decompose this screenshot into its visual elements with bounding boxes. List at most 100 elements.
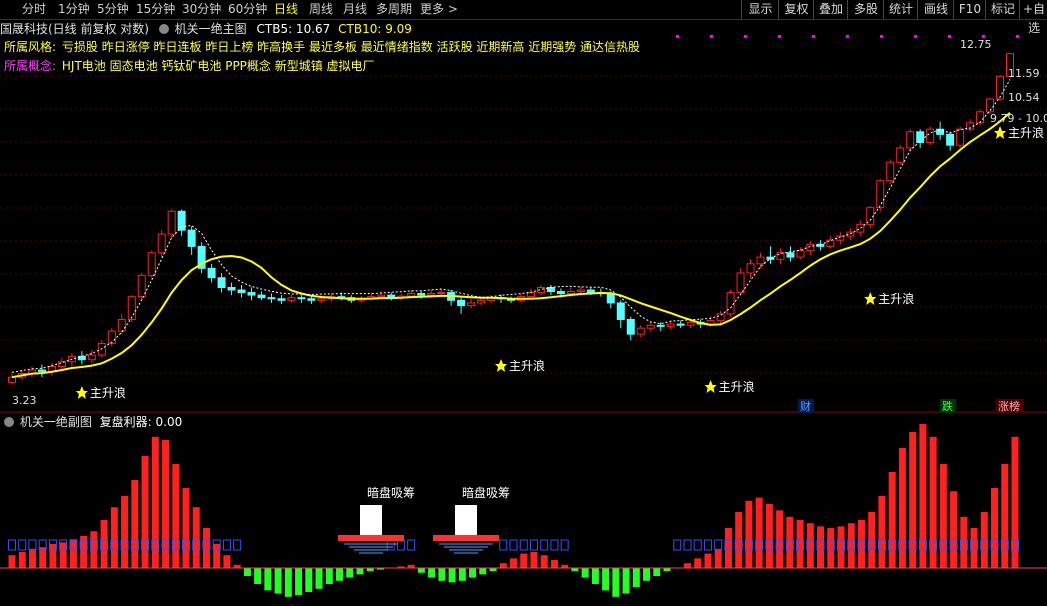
sub-bar-up (704, 553, 712, 568)
sub-indicator-name[interactable]: 机关一绝副图 (20, 415, 92, 429)
sub-bar-up (172, 464, 180, 568)
sub-bar-up (510, 558, 517, 568)
sub-bar-up (868, 512, 876, 568)
candle-body (546, 287, 555, 293)
toolbar-button-3[interactable]: 多股 (847, 0, 884, 19)
sub-bar-down (653, 568, 661, 576)
sub-bar-frame (560, 539, 569, 551)
candle-body (87, 354, 96, 361)
sub-bar-up (407, 564, 415, 568)
candle-body (566, 291, 575, 295)
sub-bar-frame (693, 539, 702, 551)
sub-bar-frame (181, 539, 190, 551)
period-tab-0[interactable]: 分时 (22, 1, 46, 18)
concept-line: 所属概念: HJT电池 固态电池 钙钛矿电池 PPP概念 新型城镇 虚拟电厂 (4, 58, 375, 74)
candle-body (906, 131, 915, 149)
candle-body (457, 299, 466, 307)
period-tab-10[interactable]: 更多 > (420, 1, 458, 18)
period-tab-3[interactable]: 15分钟 (136, 1, 175, 18)
event-marker-bg (940, 399, 956, 413)
purple-dot (812, 35, 815, 38)
sub-bar-up (776, 510, 784, 568)
period-tab-1[interactable]: 1分钟 (58, 1, 90, 18)
toolbar-button-0[interactable]: 显示 (741, 0, 779, 19)
sub-bar-frame (980, 539, 989, 551)
sub-bar-up (837, 526, 845, 568)
sub-bar-up (724, 528, 732, 568)
sub-bar-down (489, 568, 497, 572)
indicator-menu-icon[interactable] (158, 24, 169, 34)
candle-body (576, 289, 585, 293)
sub-bar-down (264, 568, 272, 591)
sub-bar-up (847, 523, 855, 568)
sub-bar-up (110, 507, 118, 568)
candle-body (207, 267, 216, 279)
sub-bar-down (663, 568, 671, 572)
sub-bar-frame (171, 539, 180, 551)
candle-body (8, 376, 16, 383)
sub-bar-frame (806, 539, 815, 551)
candle-body (257, 294, 266, 299)
sub-bar-down (448, 568, 456, 583)
period-tab-7[interactable]: 周线 (309, 1, 333, 18)
toolbar-button-8[interactable]: +自选 (1019, 0, 1047, 35)
annotation-text: 暗盘吸筹 (367, 485, 415, 500)
sub-bar-frame (877, 539, 886, 551)
period-tab-4[interactable]: 30分钟 (182, 1, 221, 18)
purple-dot (914, 35, 917, 38)
candle-body (686, 321, 695, 326)
candle-body (866, 207, 875, 225)
sub-bar-up (970, 528, 978, 568)
price-label: 9.79 - 10.0 (990, 112, 1047, 125)
candle-body (37, 369, 46, 372)
event-marker[interactable]: 财 (800, 399, 811, 413)
sub-bar-up (960, 516, 968, 568)
period-tab-5[interactable]: 60分钟 (228, 1, 267, 18)
sub-bar-up (151, 436, 159, 568)
sub-bar-up (233, 564, 241, 568)
sub-bar-frame (857, 539, 866, 551)
event-marker[interactable]: 跌 (942, 399, 953, 413)
candle-body (766, 256, 775, 260)
event-marker[interactable]: 涨榜 (998, 399, 1020, 413)
candle-body (776, 252, 785, 260)
candle-body (187, 229, 196, 247)
period-tab-2[interactable]: 5分钟 (97, 1, 129, 18)
sub-bar-down (479, 568, 487, 575)
toolbar-button-6[interactable]: F10 (953, 0, 986, 19)
candle-body (467, 302, 476, 307)
sub-bar-down (376, 568, 384, 570)
sub-bar-frame (396, 539, 405, 551)
candle-body (656, 324, 665, 327)
signal-label: 主升浪 (878, 291, 914, 306)
toolbar-button-2[interactable]: 叠加 (813, 0, 848, 19)
period-tab-8[interactable]: 月线 (343, 1, 367, 18)
sub-bar-frame (826, 539, 835, 551)
toolbar-button-4[interactable]: 统计 (883, 0, 918, 19)
sub-bar-up (550, 560, 558, 568)
sub-bar-down (315, 568, 323, 589)
sub-bar-down (612, 568, 620, 597)
sub-bar-down (346, 568, 354, 578)
sub-bar-up (39, 547, 47, 568)
toolbar-button-5[interactable]: 画线 (917, 0, 954, 19)
kline-chart[interactable]: 主升浪主升浪主升浪主升浪主升浪 12.7511.5910.549.79 - 10… (0, 0, 1047, 606)
sub-indicator-menu-icon[interactable] (4, 417, 14, 427)
sub-bar-up (786, 516, 794, 568)
sub-bar-frame (120, 539, 129, 551)
period-tab-9[interactable]: 多周期 (376, 1, 412, 18)
sub-bar-frame (959, 539, 968, 551)
ctb10-value: CTB10: 9.09 (338, 22, 412, 36)
candle-body (596, 292, 605, 295)
signal-label: 主升浪 (1008, 125, 1044, 140)
toolbar-button-1[interactable]: 复权 (778, 0, 814, 19)
toolbar-button-7[interactable]: 标记 (985, 0, 1020, 19)
sub-chart-title-line: 机关一绝副图 复盘利器: 0.00 (0, 414, 182, 430)
sub-bar-down (428, 568, 436, 578)
sub-bar-up (939, 464, 947, 568)
main-indicator-name[interactable]: 机关一绝主图 (175, 22, 247, 36)
annotation-box (455, 505, 477, 535)
sub-bar-down (336, 568, 344, 581)
period-tab-6[interactable]: 日线 (274, 1, 298, 18)
sub-bar-up (162, 440, 170, 568)
